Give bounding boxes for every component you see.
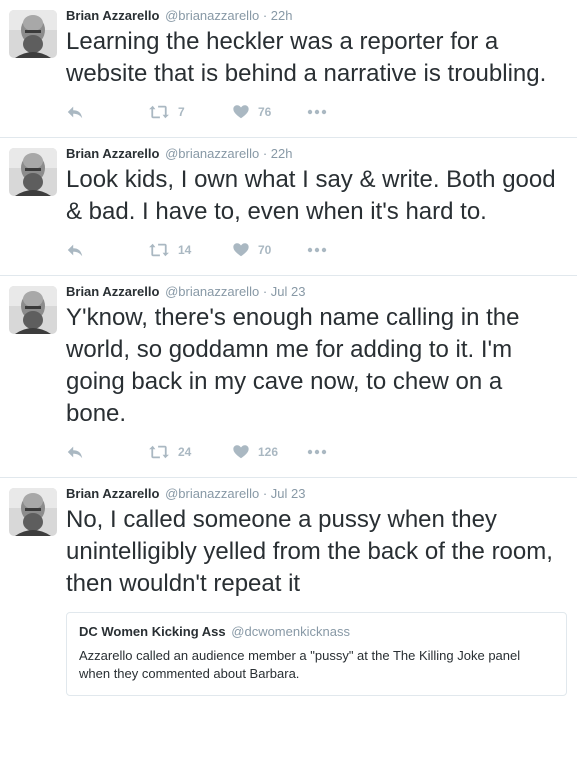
retweet-count: 24: [178, 445, 192, 459]
tweet-header: Brian Azzarello @brianazzarello · Jul 23: [66, 276, 567, 302]
author-name[interactable]: Brian Azzarello: [66, 146, 159, 161]
quoted-tweet-header: DC Women Kicking Ass @dcwomenkicknass: [79, 623, 554, 641]
author-name[interactable]: Brian Azzarello: [66, 284, 159, 299]
heart-icon: [232, 241, 250, 259]
retweet-count: 14: [178, 243, 192, 257]
avatar[interactable]: [9, 10, 57, 58]
retweet-button[interactable]: 14: [148, 239, 191, 261]
more-dots-icon: [306, 448, 328, 456]
author-name[interactable]: Brian Azzarello: [66, 486, 159, 501]
tweet-timestamp[interactable]: 22h: [271, 8, 293, 23]
reply-button[interactable]: [66, 441, 84, 463]
author-handle[interactable]: @brianazzarello: [165, 8, 259, 23]
author-handle[interactable]: @brianazzarello: [165, 486, 259, 501]
avatar[interactable]: [9, 488, 57, 536]
heart-icon: [232, 443, 250, 461]
tweet[interactable]: Brian Azzarello @brianazzarello · Jul 23…: [0, 478, 577, 696]
like-count: 70: [258, 243, 272, 257]
more-dots-icon: [306, 108, 328, 116]
tweet-text: No, I called someone a pussy when they u…: [66, 506, 553, 597]
avatar[interactable]: [9, 148, 57, 196]
retweet-icon: [148, 103, 170, 121]
like-button[interactable]: 70: [232, 239, 271, 261]
tweet-timestamp[interactable]: 22h: [271, 146, 293, 161]
header-separator: ·: [262, 8, 268, 23]
tweet-text: Look kids, I own what I say & write. Bot…: [66, 166, 556, 225]
header-separator: ·: [262, 146, 268, 161]
retweet-icon: [148, 241, 170, 259]
quoted-author-handle: @dcwomenkicknass: [231, 624, 350, 639]
like-count: 76: [258, 105, 272, 119]
tweet-text: Learning the heckler was a reporter for …: [66, 28, 547, 87]
tweet-text: Y'know, there's enough name calling in t…: [66, 304, 520, 427]
tweet[interactable]: Brian Azzarello @brianazzarello · 22h Le…: [0, 0, 577, 138]
avatar[interactable]: [9, 286, 57, 334]
quoted-tweet-text: Azzarello called an audience member a "p…: [79, 648, 521, 681]
quoted-author-name: DC Women Kicking Ass: [79, 624, 226, 639]
tweet[interactable]: Brian Azzarello @brianazzarello · Jul 23…: [0, 276, 577, 478]
tweet-header: Brian Azzarello @brianazzarello · 22h: [66, 138, 567, 164]
tweet-timestamp[interactable]: Jul 23: [271, 284, 306, 299]
header-separator: ·: [262, 284, 268, 299]
reply-button[interactable]: [66, 101, 84, 123]
like-button[interactable]: 126: [232, 441, 278, 463]
quoted-tweet[interactable]: DC Women Kicking Ass @dcwomenkicknass Az…: [66, 612, 567, 696]
more-button[interactable]: [306, 441, 328, 463]
tweet-actions: 24 126: [66, 441, 567, 463]
reply-button[interactable]: [66, 239, 84, 261]
tweet-header: Brian Azzarello @brianazzarello · Jul 23: [66, 478, 567, 504]
author-name[interactable]: Brian Azzarello: [66, 8, 159, 23]
tweet-actions: 14 70: [66, 239, 567, 261]
author-handle[interactable]: @brianazzarello: [165, 146, 259, 161]
more-button[interactable]: [306, 239, 328, 261]
like-button[interactable]: 76: [232, 101, 271, 123]
heart-icon: [232, 103, 250, 121]
more-button[interactable]: [306, 101, 328, 123]
author-handle[interactable]: @brianazzarello: [165, 284, 259, 299]
tweet[interactable]: Brian Azzarello @brianazzarello · 22h Lo…: [0, 138, 577, 276]
retweet-button[interactable]: 24: [148, 441, 191, 463]
retweet-icon: [148, 443, 170, 461]
timeline: Brian Azzarello @brianazzarello · 22h Le…: [0, 0, 577, 696]
reply-icon: [66, 443, 84, 461]
reply-icon: [66, 241, 84, 259]
like-count: 126: [258, 445, 279, 459]
retweet-button[interactable]: 7: [148, 101, 185, 123]
reply-icon: [66, 103, 84, 121]
tweet-timestamp[interactable]: Jul 23: [271, 486, 306, 501]
retweet-count: 7: [178, 105, 185, 119]
more-dots-icon: [306, 246, 328, 254]
header-separator: ·: [262, 486, 268, 501]
tweet-header: Brian Azzarello @brianazzarello · 22h: [66, 0, 567, 26]
tweet-actions: 7 76: [66, 101, 567, 123]
